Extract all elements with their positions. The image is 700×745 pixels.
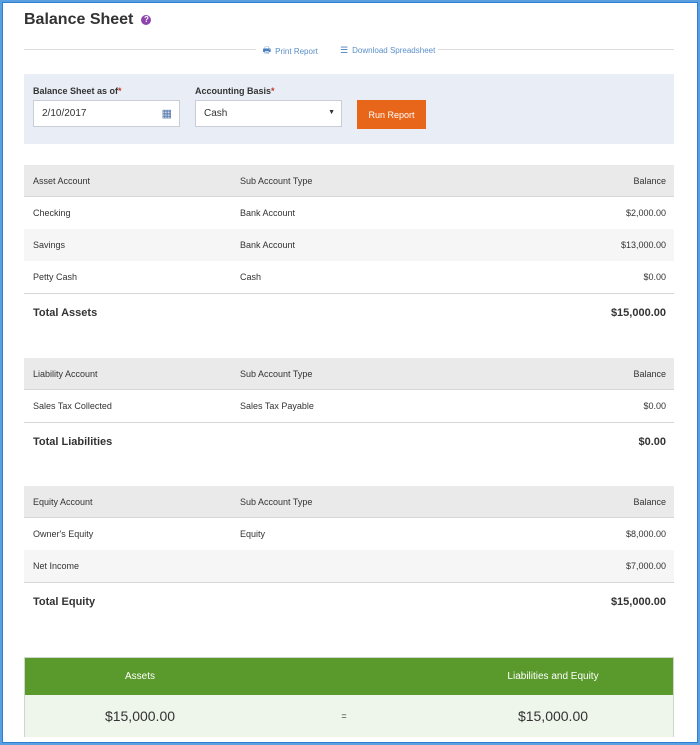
as-of-date-value: 2/10/2017 <box>42 108 87 119</box>
column-header-account: Equity Account <box>33 496 93 507</box>
balance-cell: $8,000.00 <box>625 529 666 539</box>
run-report-button[interactable]: Run Report <box>357 100 426 129</box>
page-title: Balance Sheet <box>24 11 134 28</box>
column-header-account: Asset Account <box>33 175 91 186</box>
as-of-label: Balance Sheet as of* <box>33 86 122 96</box>
basis-label-text: Accounting Basis <box>195 86 272 96</box>
balance-cell: $2,000.00 <box>625 208 666 218</box>
assets-table: Asset Account Sub Account Type Balance C… <box>24 165 674 331</box>
question-icon[interactable]: ? <box>141 15 152 25</box>
accounting-basis-select[interactable]: Cash ▼ <box>195 100 342 127</box>
total-label: Total Assets <box>33 306 98 319</box>
summary-assets-value: $15,000.00 <box>104 708 176 724</box>
required-mark: * <box>118 86 122 96</box>
column-header-subtype: Sub Account Type <box>240 368 313 379</box>
table-row: Savings Bank Account $13,000.00 <box>24 229 674 261</box>
assets-header-row: Asset Account Sub Account Type Balance <box>24 165 674 197</box>
total-liabilities-row: Total Liabilities $0.00 <box>24 422 674 460</box>
title-row: Balance Sheet ? <box>24 11 152 29</box>
equals-sign: = <box>341 711 347 721</box>
balance-cell: $0.00 <box>643 401 666 411</box>
table-row: Net Income $7,000.00 <box>24 550 674 582</box>
subtype-cell: Equity <box>240 529 266 539</box>
balance-cell: $13,000.00 <box>620 240 666 250</box>
required-mark: * <box>271 86 275 96</box>
filter-panel: Balance Sheet as of* 2/10/2017 ▦ Account… <box>24 74 674 144</box>
table-row: Petty Cash Cash $0.00 <box>24 261 674 293</box>
download-spreadsheet-label: Download Spreadsheet <box>352 46 436 55</box>
action-bar: 🖶 Print Report ☰ Download Spreadsheet <box>24 41 674 59</box>
account-cell: Owner's Equity <box>33 529 94 539</box>
account-cell: Savings <box>33 240 66 250</box>
print-report-label: Print Report <box>275 46 318 56</box>
total-value: $0.00 <box>638 435 666 448</box>
accounting-basis-value: Cash <box>204 108 228 119</box>
calendar-icon[interactable]: ▦ <box>162 107 172 120</box>
report-page: Balance Sheet ? 🖶 Print Report ☰ Downloa… <box>2 2 698 743</box>
as-of-date-input[interactable]: 2/10/2017 ▦ <box>33 100 180 127</box>
total-assets-row: Total Assets $15,000.00 <box>24 293 674 331</box>
account-cell: Sales Tax Collected <box>33 401 112 411</box>
total-equity-row: Total Equity $15,000.00 <box>24 582 674 620</box>
total-value: $15,000.00 <box>610 595 666 608</box>
summary-assets-label: Assets <box>124 671 155 682</box>
balance-cell: $0.00 <box>643 272 666 282</box>
balance-summary: Assets Liabilities and Equity $15,000.00… <box>24 657 674 737</box>
table-row: Owner's Equity Equity $8,000.00 <box>24 518 674 550</box>
column-header-balance: Balance <box>633 496 666 507</box>
caret-down-icon: ▼ <box>328 109 335 116</box>
basis-label: Accounting Basis* <box>195 86 275 96</box>
column-header-balance: Balance <box>633 175 666 186</box>
total-label: Total Liabilities <box>33 435 113 448</box>
summary-le-value: $15,000.00 <box>517 708 589 724</box>
equity-table: Equity Account Sub Account Type Balance … <box>24 486 674 620</box>
print-report-link[interactable]: 🖶 Print Report <box>260 43 320 59</box>
equity-header-row: Equity Account Sub Account Type Balance <box>24 486 674 518</box>
column-header-subtype: Sub Account Type <box>240 175 313 186</box>
list-icon: ☰ <box>340 45 349 55</box>
table-row: Sales Tax Collected Sales Tax Payable $0… <box>24 390 674 422</box>
total-value: $15,000.00 <box>610 306 666 319</box>
as-of-label-text: Balance Sheet as of <box>33 86 119 96</box>
account-cell: Checking <box>33 208 71 218</box>
subtype-cell: Sales Tax Payable <box>240 401 314 411</box>
account-cell: Net Income <box>33 561 80 571</box>
subtype-cell: Cash <box>240 272 262 282</box>
summary-header: Assets Liabilities and Equity <box>25 658 673 695</box>
summary-le-label: Liabilities and Equity <box>507 671 599 682</box>
column-header-account: Liability Account <box>33 368 98 379</box>
total-label: Total Equity <box>33 595 96 608</box>
liabilities-header-row: Liability Account Sub Account Type Balan… <box>24 358 674 390</box>
subtype-cell: Bank Account <box>240 240 296 250</box>
download-spreadsheet-link[interactable]: ☰ Download Spreadsheet <box>338 45 438 56</box>
printer-icon: 🖶 <box>262 45 272 55</box>
table-row: Checking Bank Account $2,000.00 <box>24 197 674 229</box>
column-header-balance: Balance <box>633 368 666 379</box>
summary-values: $15,000.00 = $15,000.00 <box>25 695 673 737</box>
column-header-subtype: Sub Account Type <box>240 496 313 507</box>
balance-cell: $7,000.00 <box>625 561 666 571</box>
subtype-cell: Bank Account <box>240 208 296 218</box>
liabilities-table: Liability Account Sub Account Type Balan… <box>24 358 674 460</box>
account-cell: Petty Cash <box>33 272 78 282</box>
